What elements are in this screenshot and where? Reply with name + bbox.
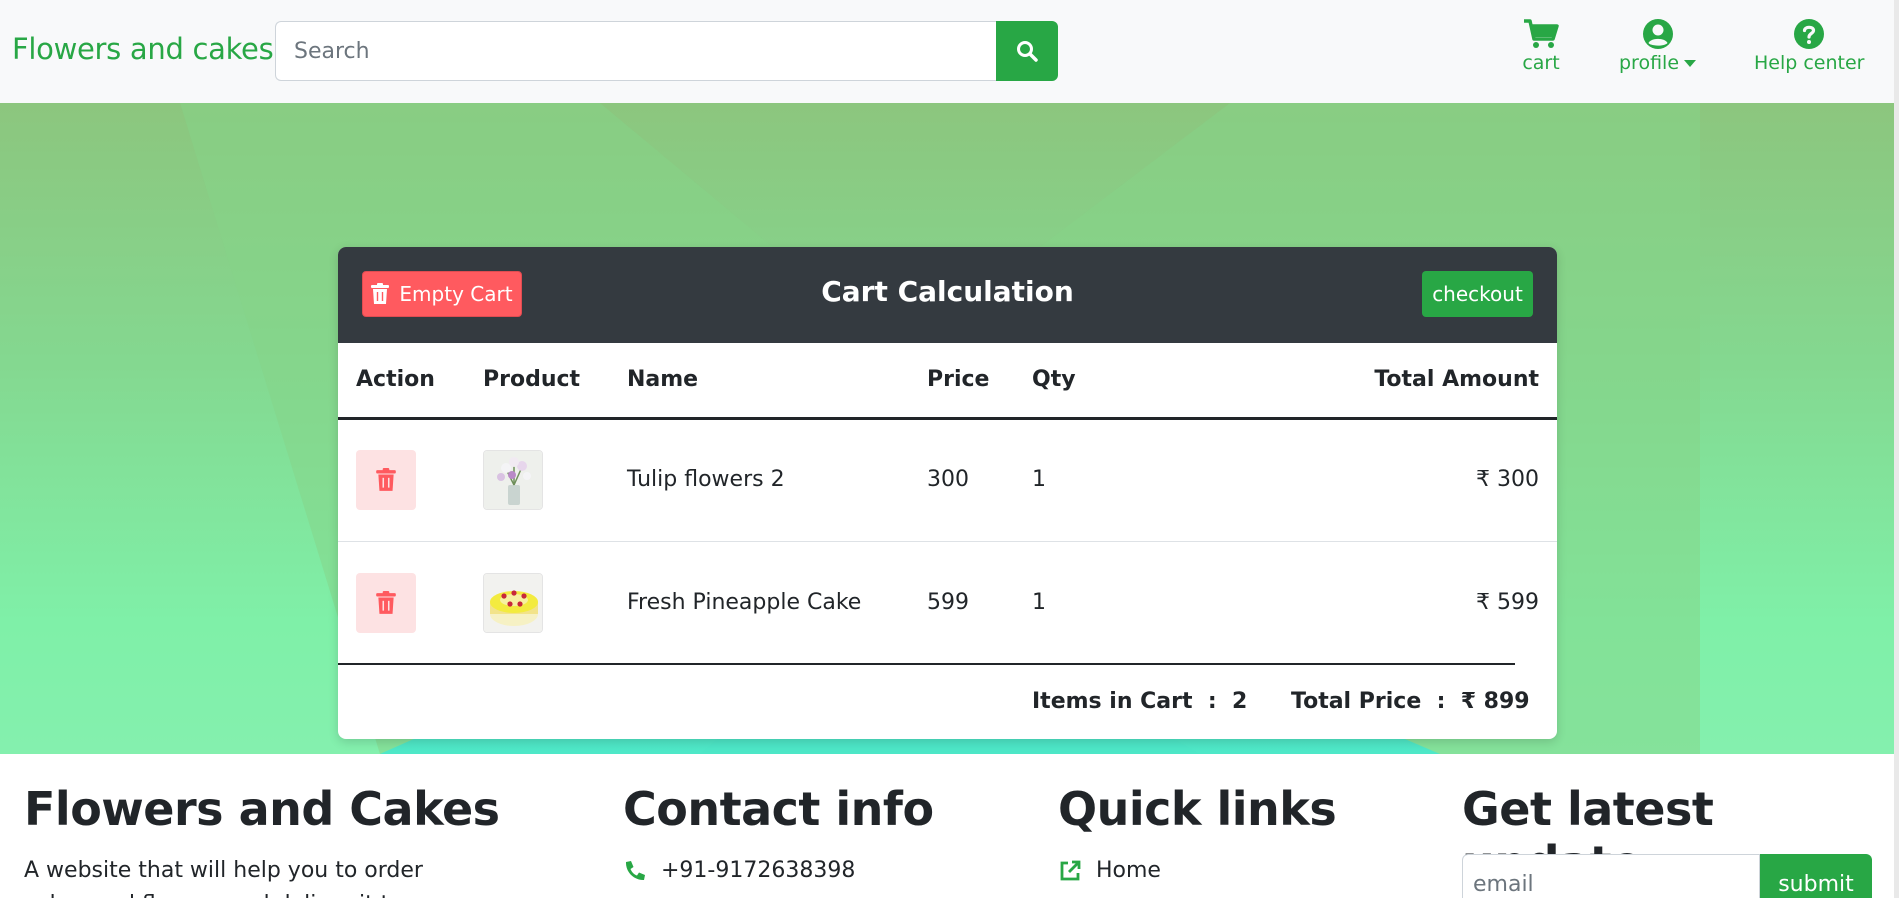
nav-cart[interactable]: cart: [1522, 18, 1560, 74]
question-circle-icon: [1794, 19, 1825, 49]
cake-image: [483, 573, 543, 633]
search-input[interactable]: [275, 21, 996, 81]
item-price: 300: [927, 467, 969, 492]
cart-title: Cart Calculation: [821, 275, 1074, 308]
cart-header: Empty Cart Cart Calculation checkout: [338, 247, 1557, 343]
cart-icon: [1524, 19, 1559, 48]
column-header-name: Name: [627, 367, 699, 392]
search-icon: [1017, 41, 1038, 62]
email-field[interactable]: [1462, 854, 1760, 898]
scrollbar[interactable]: [1894, 0, 1899, 898]
user-circle-icon: [1642, 19, 1673, 49]
item-total: ₹ 300: [1476, 467, 1539, 492]
nav-help-label: Help center: [1754, 52, 1865, 74]
brand-logo[interactable]: Flowers and cakes: [12, 32, 274, 66]
items-in-cart: Items in Cart : 2: [1032, 689, 1248, 714]
item-total: ₹ 599: [1476, 590, 1539, 615]
phone-icon: [625, 860, 645, 880]
item-qty: 1: [1032, 467, 1046, 492]
footer-home-link[interactable]: Home: [1058, 858, 1161, 883]
submit-button[interactable]: submit: [1760, 854, 1872, 898]
items-in-cart-label: Items in Cart: [1032, 689, 1193, 714]
search-button[interactable]: [996, 21, 1058, 81]
nav-help-center[interactable]: Help center: [1754, 18, 1864, 74]
nav-cart-label: cart: [1522, 52, 1560, 74]
footer-contact-title: Contact info: [623, 782, 934, 836]
item-name: Tulip flowers 2: [627, 467, 785, 492]
items-in-cart-value: 2: [1231, 689, 1248, 714]
total-price: Total Price : ₹ 899: [1291, 689, 1530, 714]
checkout-button[interactable]: checkout: [1422, 271, 1533, 317]
footer-home-label: Home: [1096, 858, 1161, 883]
item-qty: 1: [1032, 590, 1046, 615]
footer-phone[interactable]: +91-9172638398: [623, 858, 855, 883]
footer-links-title: Quick links: [1058, 782, 1337, 836]
table-footer-divider: [338, 663, 1515, 665]
nav-profile[interactable]: profile: [1619, 18, 1697, 74]
column-header-qty: Qty: [1032, 367, 1076, 392]
column-header-action: Action: [356, 367, 435, 392]
total-price-label: Total Price: [1291, 689, 1422, 714]
item-name: Fresh Pineapple Cake: [627, 590, 862, 615]
navbar: Flowers and cakes cart profile Help c: [0, 0, 1899, 103]
cart-card: Empty Cart Cart Calculation checkout Act…: [338, 247, 1557, 739]
remove-item-button[interactable]: [356, 573, 416, 633]
item-price: 599: [927, 590, 969, 615]
nav-profile-label: profile: [1619, 52, 1680, 74]
footer-about-title: Flowers and Cakes: [24, 782, 500, 836]
row-divider: [338, 541, 1557, 542]
remove-item-button[interactable]: [356, 450, 416, 510]
trash-icon: [376, 591, 396, 614]
column-header-product: Product: [483, 367, 581, 392]
hero-background: Empty Cart Cart Calculation checkout Act…: [0, 103, 1899, 754]
total-price-value: ₹ 899: [1460, 689, 1530, 714]
table-header-divider: [338, 417, 1557, 420]
chevron-down-icon: [1684, 60, 1697, 67]
trash-icon: [376, 468, 396, 491]
bouquet-image: [483, 450, 543, 510]
external-link-icon: [1060, 860, 1081, 880]
footer-about-text: A website that will help you to order ca…: [24, 858, 423, 898]
column-header-price: Price: [927, 367, 990, 392]
column-header-total-amount: Total Amount: [1374, 367, 1539, 392]
footer-phone-label: +91-9172638398: [661, 858, 856, 883]
